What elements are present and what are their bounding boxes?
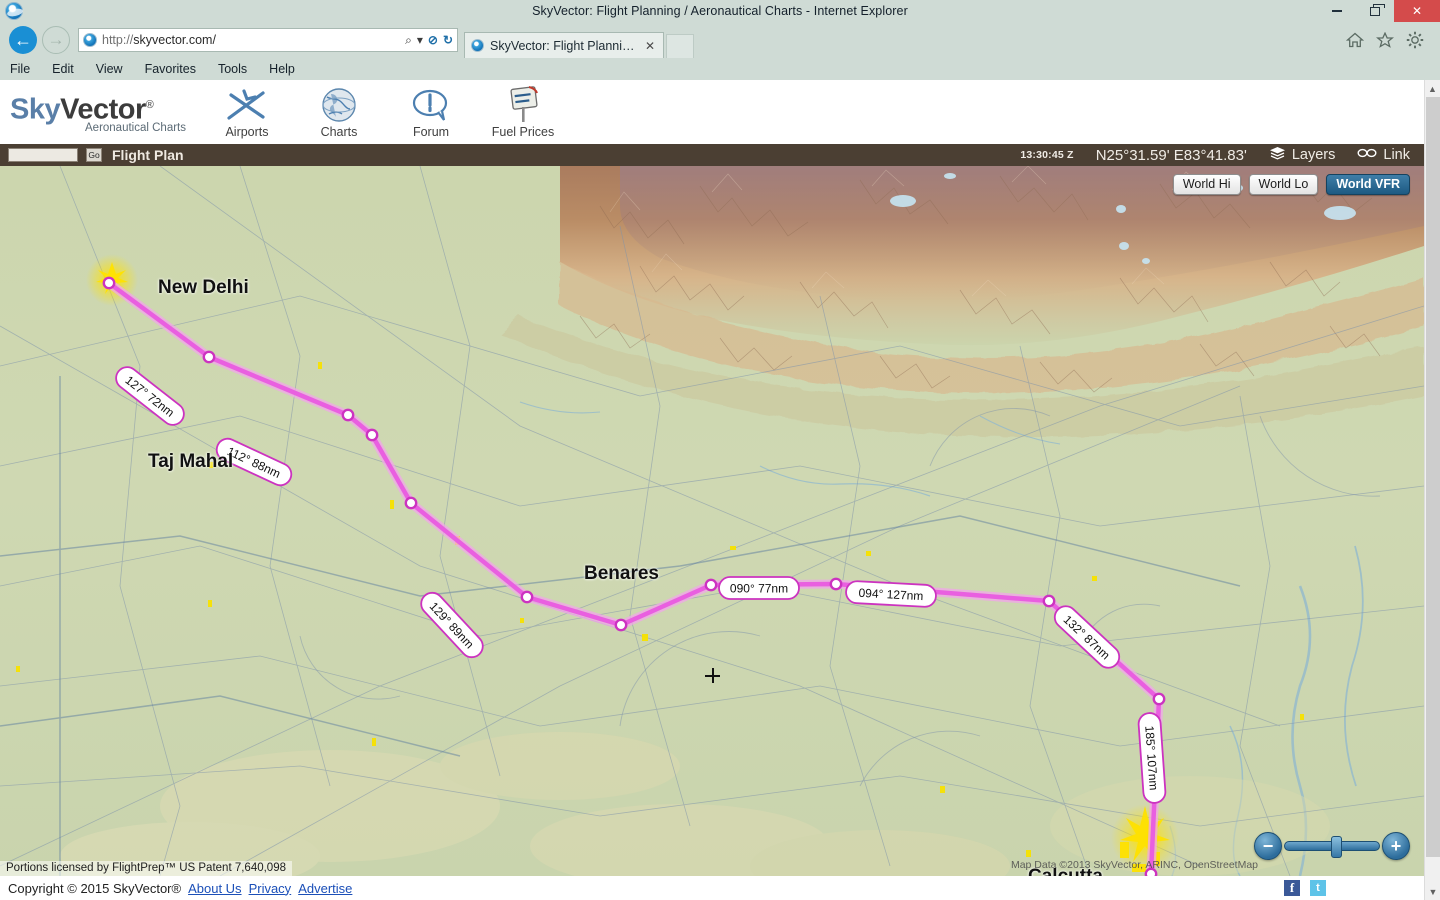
zoom-slider-handle[interactable] (1331, 836, 1342, 858)
chain-link-icon (1357, 147, 1377, 163)
browser-command-bar (1346, 31, 1436, 49)
address-bar[interactable]: http://skyvector.com/ ⌕ ▾ ⊘ ↻ (78, 28, 458, 52)
minimize-button[interactable] (1318, 0, 1356, 22)
gear-icon[interactable] (1406, 31, 1424, 49)
link-label: Link (1383, 147, 1410, 163)
tab-strip: SkyVector: Flight Plannin... ✕ (464, 22, 694, 58)
star-icon[interactable] (1376, 31, 1394, 49)
vertical-scrollbar[interactable]: ▲ ▼ (1424, 80, 1440, 900)
layer-button-world-lo[interactable]: World Lo (1248, 174, 1319, 195)
city-label-benares: Benares (584, 563, 659, 584)
footer-social-links: f t (1284, 880, 1424, 896)
layers-button[interactable]: Layers (1269, 146, 1336, 164)
globe-icon (306, 86, 372, 124)
twitter-icon[interactable]: t (1310, 880, 1326, 896)
maximize-button[interactable] (1356, 0, 1394, 22)
site-footer: Copyright © 2015 SkyVector® About Us Pri… (0, 876, 1424, 900)
scrollbar-thumb[interactable] (1426, 97, 1440, 857)
search-icon[interactable]: ⌕ (405, 33, 412, 48)
leg-label-3: 090° 77nm (718, 576, 800, 600)
zulu-time: 13:30:45 Z (1020, 149, 1074, 161)
map-toolbar-right: 13:30:45 Z N25°31.59' E83°41.83' Layers … (1020, 146, 1424, 164)
menu-bar: File Edit View Favorites Tools Help (0, 58, 1440, 80)
new-tab-button[interactable] (666, 34, 694, 58)
scroll-down-arrow[interactable]: ▼ (1425, 883, 1440, 900)
chevron-down-icon[interactable]: ▾ (417, 33, 423, 47)
menu-item-favorites[interactable]: Favorites (143, 61, 198, 77)
fuel-sign-icon (490, 85, 556, 124)
menu-item-file[interactable]: File (8, 61, 32, 77)
site-header: SkyVector® Aeronautical Charts Airports … (0, 80, 1424, 144)
map-toolbar: Go Flight Plan 13:30:45 Z N25°31.59' E83… (0, 144, 1424, 166)
close-button[interactable]: ✕ (1394, 0, 1440, 22)
city-label-taj-mahal: Taj Mahal (148, 451, 234, 472)
zoom-out-button[interactable]: − (1254, 832, 1282, 860)
menu-item-edit[interactable]: Edit (50, 61, 76, 77)
copyright-text: Copyright © 2015 SkyVector® (8, 880, 182, 896)
logo-wordmark: SkyVector® (10, 93, 154, 126)
patent-notice: Portions licensed by FlightPrep™ US Pate… (0, 861, 292, 876)
stop-icon[interactable]: ⊘ (428, 33, 438, 47)
link-button[interactable]: Link (1357, 147, 1410, 163)
svg-text:090° 77nm: 090° 77nm (730, 582, 788, 596)
nav-label-airports: Airports (225, 124, 269, 139)
airplane-icon (214, 86, 280, 124)
menu-item-help[interactable]: Help (267, 61, 297, 77)
map-attribution: Map Data ©2013 SkyVector, ARINC, OpenStr… (1010, 859, 1258, 871)
title-bar: SkyVector: Flight Planning / Aeronautica… (0, 0, 1440, 22)
chart-layer-buttons: World Hi World Lo World VFR (1172, 174, 1410, 195)
layer-button-world-hi[interactable]: World Hi (1172, 174, 1241, 195)
forward-button[interactable]: → (42, 26, 70, 54)
address-bar-url: http://skyvector.com/ (102, 33, 216, 47)
menu-item-view[interactable]: View (94, 61, 125, 77)
speech-bubble-icon (398, 86, 464, 124)
nav-label-charts: Charts (320, 124, 358, 139)
leg-label-4: 094° 127nm (845, 580, 937, 608)
footer-link-privacy[interactable]: Privacy (249, 881, 292, 896)
tab-close-icon[interactable]: ✕ (645, 39, 655, 53)
map-canvas: 127° 72nm 112° 88nm 129° 89nm 090° 77nm (0, 166, 1424, 876)
map-zoom-control: − + (1254, 832, 1410, 860)
tab-title: SkyVector: Flight Plannin... (490, 38, 639, 53)
menu-item-tools[interactable]: Tools (216, 61, 249, 77)
nav-label-fuel-prices: Fuel Prices (491, 124, 555, 139)
city-label-new-delhi: New Delhi (158, 277, 249, 298)
aeronautical-map[interactable]: 127° 72nm 112° 88nm 129° 89nm 090° 77nm (0, 166, 1424, 876)
browser-window: SkyVector: Flight Planning / Aeronautica… (0, 0, 1440, 900)
footer-link-about-us[interactable]: About Us (188, 881, 241, 896)
skyvector-logo[interactable]: SkyVector® Aeronautical Charts (10, 90, 192, 134)
site-favicon-icon (83, 33, 97, 47)
nav-label-forum: Forum (412, 124, 450, 139)
page-content: SkyVector® Aeronautical Charts Airports … (0, 80, 1424, 900)
layers-icon (1269, 146, 1286, 164)
home-icon[interactable] (1346, 32, 1364, 48)
nav-item-charts[interactable]: Charts (306, 86, 372, 139)
flight-plan-go-button[interactable]: Go (86, 148, 102, 162)
map-cursor-crosshair (705, 668, 720, 683)
layers-label: Layers (1291, 147, 1336, 163)
back-button[interactable]: ← (9, 26, 37, 54)
layer-button-world-vfr[interactable]: World VFR (1326, 174, 1410, 195)
zoom-in-button[interactable]: + (1382, 832, 1410, 860)
refresh-icon[interactable]: ↻ (443, 33, 453, 47)
internet-explorer-logo-icon (5, 2, 23, 20)
browser-toolbar: ← → http://skyvector.com/ ⌕ ▾ ⊘ ↻ SkyVec… (0, 22, 1440, 58)
flight-plan-input[interactable] (8, 148, 78, 162)
zoom-slider[interactable] (1284, 836, 1380, 858)
scroll-up-arrow[interactable]: ▲ (1425, 80, 1440, 97)
window-controls: ✕ (1318, 0, 1440, 22)
site-nav: Airports Charts Forum Fuel Prices (214, 85, 556, 139)
nav-item-forum[interactable]: Forum (398, 86, 464, 139)
nav-item-fuel-prices[interactable]: Fuel Prices (490, 85, 556, 139)
flight-plan-label: Flight Plan (112, 147, 184, 163)
address-bar-tools: ⌕ ▾ ⊘ ↻ (405, 33, 453, 48)
tab-skyvector[interactable]: SkyVector: Flight Plannin... ✕ (464, 32, 664, 58)
tab-favicon-icon (471, 39, 484, 52)
nav-item-airports[interactable]: Airports (214, 86, 280, 139)
window-title: SkyVector: Flight Planning / Aeronautica… (532, 4, 908, 18)
facebook-icon[interactable]: f (1284, 880, 1300, 896)
cursor-coordinates: N25°31.59' E83°41.83' (1095, 146, 1247, 164)
footer-link-advertise[interactable]: Advertise (298, 881, 352, 896)
